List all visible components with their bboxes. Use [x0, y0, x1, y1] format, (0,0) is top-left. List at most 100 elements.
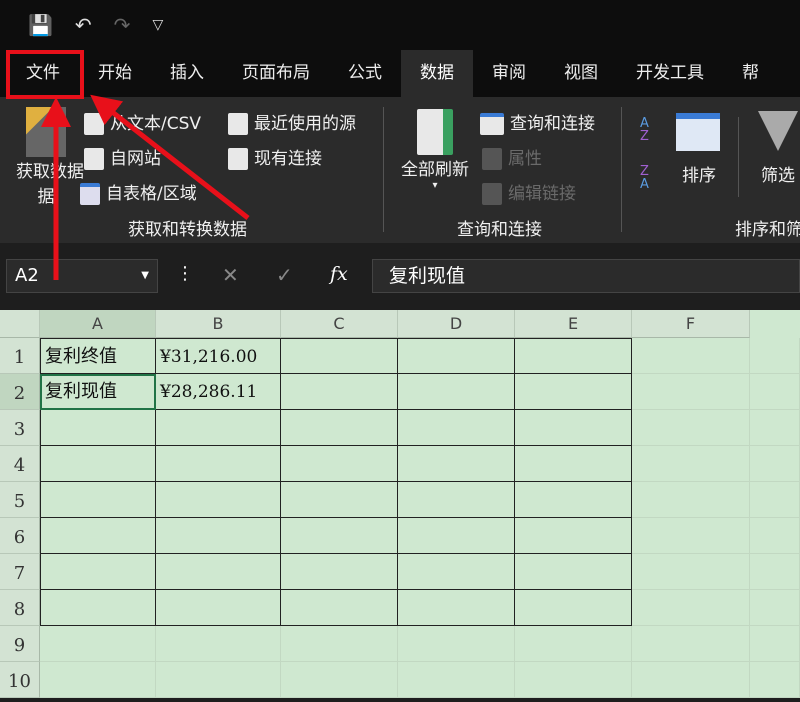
- cell-G9[interactable]: [750, 626, 800, 662]
- recent-sources-button[interactable]: 最近使用的源: [228, 109, 356, 135]
- tab-home[interactable]: 开始: [79, 50, 151, 97]
- cell-E6[interactable]: [515, 518, 632, 554]
- cell-C1[interactable]: [281, 338, 398, 374]
- cell-C6[interactable]: [281, 518, 398, 554]
- column-header-F[interactable]: F: [632, 310, 750, 338]
- cell-B4[interactable]: [156, 446, 281, 482]
- cell-F4[interactable]: [632, 446, 750, 482]
- row-header-2[interactable]: 2: [0, 374, 40, 410]
- tab-developer[interactable]: 开发工具: [617, 50, 723, 97]
- tab-data[interactable]: 数据: [401, 50, 473, 97]
- cell-G3[interactable]: [750, 410, 800, 446]
- cell-A2[interactable]: 复利现值: [40, 374, 156, 410]
- tab-help[interactable]: 帮: [723, 50, 778, 97]
- cell-F7[interactable]: [632, 554, 750, 590]
- cell-A4[interactable]: [40, 446, 156, 482]
- row-header-1[interactable]: 1: [0, 338, 40, 374]
- cell-D8[interactable]: [398, 590, 515, 626]
- cell-E10[interactable]: [515, 662, 632, 698]
- cell-A3[interactable]: [40, 410, 156, 446]
- column-header-B[interactable]: B: [156, 310, 281, 338]
- insert-function-icon[interactable]: fx: [330, 263, 348, 285]
- cell-C10[interactable]: [281, 662, 398, 698]
- cell-E1[interactable]: [515, 338, 632, 374]
- cell-A5[interactable]: [40, 482, 156, 518]
- row-header-9[interactable]: 9: [0, 626, 40, 662]
- cell-D6[interactable]: [398, 518, 515, 554]
- cell-E4[interactable]: [515, 446, 632, 482]
- cell-E9[interactable]: [515, 626, 632, 662]
- cell-E2[interactable]: [515, 374, 632, 410]
- cell-D9[interactable]: [398, 626, 515, 662]
- row-header-8[interactable]: 8: [0, 590, 40, 626]
- cell-C9[interactable]: [281, 626, 398, 662]
- tab-formulas[interactable]: 公式: [329, 50, 401, 97]
- sort-za-button[interactable]: ZA: [640, 165, 649, 191]
- cell-F3[interactable]: [632, 410, 750, 446]
- tab-file[interactable]: 文件: [0, 50, 79, 97]
- cell-A9[interactable]: [40, 626, 156, 662]
- from-web-button[interactable]: 自网站: [84, 144, 161, 170]
- column-header-C[interactable]: C: [281, 310, 398, 338]
- redo-icon[interactable]: ↷: [114, 13, 131, 37]
- cell-G6[interactable]: [750, 518, 800, 554]
- properties-button[interactable]: 属性: [482, 144, 542, 170]
- cell-A1[interactable]: 复利终值: [40, 338, 156, 374]
- cancel-icon[interactable]: ✕: [222, 263, 239, 287]
- cell-E3[interactable]: [515, 410, 632, 446]
- tab-view[interactable]: 视图: [545, 50, 617, 97]
- cell-F5[interactable]: [632, 482, 750, 518]
- row-header-6[interactable]: 6: [0, 518, 40, 554]
- cell-C2[interactable]: [281, 374, 398, 410]
- column-header-E[interactable]: E: [515, 310, 632, 338]
- cell-C7[interactable]: [281, 554, 398, 590]
- undo-icon[interactable]: ↶: [75, 13, 92, 37]
- cell-D7[interactable]: [398, 554, 515, 590]
- formula-input[interactable]: 复利现值: [372, 259, 800, 293]
- existing-connections-button[interactable]: 现有连接: [228, 144, 322, 170]
- row-header-5[interactable]: 5: [0, 482, 40, 518]
- cell-D3[interactable]: [398, 410, 515, 446]
- cell-B2[interactable]: ¥28,286.11: [156, 374, 281, 410]
- get-data-button[interactable]: 获取数据 据: [16, 107, 84, 207]
- filter-button[interactable]: 筛选: [758, 111, 798, 186]
- cell-D1[interactable]: [398, 338, 515, 374]
- cell-G10[interactable]: [750, 662, 800, 698]
- cell-B6[interactable]: [156, 518, 281, 554]
- select-all-corner[interactable]: [0, 310, 40, 338]
- row-header-10[interactable]: 10: [0, 662, 40, 698]
- row-header-3[interactable]: 3: [0, 410, 40, 446]
- cell-B7[interactable]: [156, 554, 281, 590]
- cell-E5[interactable]: [515, 482, 632, 518]
- cell-A8[interactable]: [40, 590, 156, 626]
- cell-G4[interactable]: [750, 446, 800, 482]
- column-header-D[interactable]: D: [398, 310, 515, 338]
- cell-B5[interactable]: [156, 482, 281, 518]
- enter-icon[interactable]: ✓: [276, 263, 293, 287]
- cell-G5[interactable]: [750, 482, 800, 518]
- sort-button[interactable]: 排序: [676, 113, 722, 186]
- cell-G1[interactable]: [750, 338, 800, 374]
- cell-F10[interactable]: [632, 662, 750, 698]
- cell-A10[interactable]: [40, 662, 156, 698]
- cell-C8[interactable]: [281, 590, 398, 626]
- cell-D10[interactable]: [398, 662, 515, 698]
- cell-F6[interactable]: [632, 518, 750, 554]
- customize-qat-icon[interactable]: ▽: [152, 17, 163, 33]
- from-table-button[interactable]: 自表格/区域: [80, 179, 197, 205]
- name-box[interactable]: A2 ▼: [6, 259, 158, 293]
- cell-A7[interactable]: [40, 554, 156, 590]
- cell-B3[interactable]: [156, 410, 281, 446]
- cell-G2[interactable]: [750, 374, 800, 410]
- row-header-4[interactable]: 4: [0, 446, 40, 482]
- cell-D4[interactable]: [398, 446, 515, 482]
- cell-C4[interactable]: [281, 446, 398, 482]
- cell-F1[interactable]: [632, 338, 750, 374]
- cell-F8[interactable]: [632, 590, 750, 626]
- cell-E8[interactable]: [515, 590, 632, 626]
- cell-B10[interactable]: [156, 662, 281, 698]
- cell-E7[interactable]: [515, 554, 632, 590]
- cell-F2[interactable]: [632, 374, 750, 410]
- from-text-csv-button[interactable]: 从文本/CSV: [84, 109, 201, 135]
- tab-page-layout[interactable]: 页面布局: [223, 50, 329, 97]
